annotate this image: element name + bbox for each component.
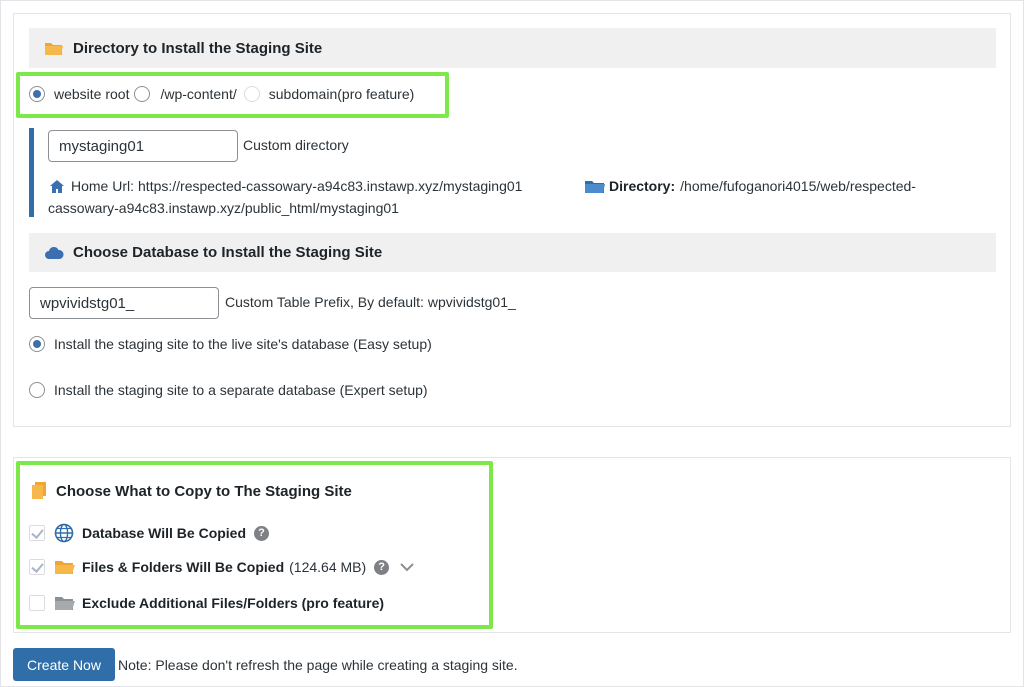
- copy-options-highlight: [16, 461, 493, 629]
- home-url-value: https://respected-cassowary-a94c83.insta…: [138, 178, 523, 194]
- database-section-header: Choose Database to Install the Staging S…: [29, 233, 996, 272]
- label-easy-setup: Install the staging site to the live sit…: [54, 336, 432, 352]
- home-url-line: Home Url: https://respected-cassowary-a9…: [49, 178, 522, 194]
- directory-info-bar: [29, 128, 34, 217]
- directory-label: Directory:: [609, 178, 676, 194]
- folder-icon: [44, 40, 64, 56]
- database-section-title: Choose Database to Install the Staging S…: [73, 244, 383, 261]
- table-prefix-label: Custom Table Prefix, By default: wpvivid…: [225, 294, 516, 310]
- home-icon: [49, 179, 65, 194]
- directory-path-line: Directory: /home/fufoganori4015/web/resp…: [584, 178, 916, 194]
- directory-section-title: Directory to Install the Staging Site: [73, 39, 323, 57]
- custom-directory-value: mystaging01: [59, 137, 145, 155]
- label-expert-setup: Install the staging site to a separate d…: [54, 382, 428, 398]
- custom-directory-label: Custom directory: [243, 137, 349, 153]
- radio-easy-setup[interactable]: [29, 336, 45, 352]
- directory-section-header: Directory to Install the Staging Site: [29, 28, 996, 68]
- directory-value-part1: /home/fufoganori4015/web/respected-: [680, 178, 916, 194]
- radio-expert-setup[interactable]: [29, 382, 45, 398]
- table-prefix-value: wpvividstg01_: [40, 294, 135, 312]
- directory-folder-icon: [584, 179, 606, 194]
- custom-directory-input[interactable]: mystaging01: [48, 130, 238, 162]
- database-option-easy[interactable]: Install the staging site to the live sit…: [29, 336, 432, 352]
- create-now-button[interactable]: Create Now: [13, 648, 115, 681]
- home-url-label: Home Url:: [71, 178, 135, 194]
- directory-options-highlight: [16, 72, 449, 118]
- table-prefix-input[interactable]: wpvividstg01_: [29, 287, 219, 319]
- cloud-icon: [44, 246, 64, 260]
- footer-note: Note: Please don't refresh the page whil…: [118, 657, 518, 673]
- database-option-expert[interactable]: Install the staging site to a separate d…: [29, 382, 428, 398]
- directory-value-part2: cassowary-a94c83.instawp.xyz/public_html…: [48, 200, 399, 216]
